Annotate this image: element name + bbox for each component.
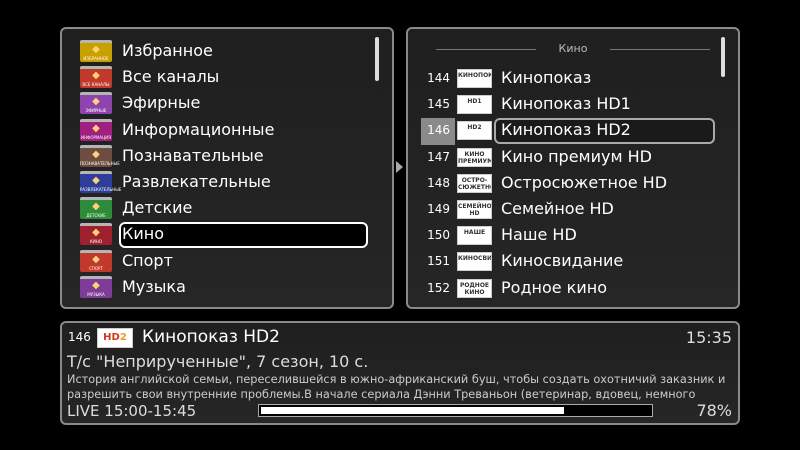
category-label: Эфирные	[122, 93, 201, 113]
arrow-right-icon	[396, 161, 403, 173]
film-icon: ◆ КИНО	[80, 223, 112, 246]
antenna-icon: ◆ ЭФИРНЫЕ	[80, 92, 112, 115]
category-item[interactable]: ◆ МУЗЫКА Музыка	[80, 275, 370, 299]
channel-name: Семейное HD	[501, 199, 614, 218]
channel-logo-icon: РОДНОЕ КИНО	[457, 278, 492, 298]
channel-logo-icon: КИНОСВИДАНИЕ	[457, 252, 492, 272]
channel-number: 147	[427, 149, 450, 164]
channel-logo-icon: HD2	[457, 121, 492, 141]
category-item[interactable]: ◆ РАЗВЛЕКАТЕЛЬНЫЕ Развлекательные	[80, 170, 370, 194]
channel-item[interactable]: 149 СЕМЕЙНОЕ HD Семейное HD	[420, 197, 720, 221]
channel-number: 146	[427, 123, 450, 138]
channel-item[interactable]: 150 НАШЕ Наше HD	[420, 223, 720, 247]
program-progress-bar	[258, 404, 653, 417]
globe-icon: ◆ ВСЕ КАНАЛЫ	[80, 66, 112, 89]
book-icon: ◆ ПОЗНАВАТЕЛЬНЫЕ	[80, 144, 120, 167]
live-time-range: LIVE 15:00-15:45	[67, 402, 197, 420]
category-item[interactable]: ◆ ДЕТСКИЕ Детские	[80, 196, 370, 220]
channel-number: 148	[427, 175, 450, 190]
category-label: Развлекательные	[122, 172, 271, 191]
channel-item[interactable]: 151 КИНОСВИДАНИЕ Киносвидание	[420, 249, 720, 273]
category-item[interactable]: ◆ КИНО Кино	[80, 222, 370, 246]
channel-name: Кинопоказ	[501, 68, 592, 87]
channel-logo-icon: HD1	[457, 95, 492, 115]
program-progress-fill	[261, 407, 564, 414]
category-item[interactable]: ◆ ИНФОРМАЦИЯ Информационные	[80, 118, 370, 142]
channel-logo-icon: НАШЕ	[457, 226, 492, 246]
category-scrollbar[interactable]	[375, 37, 379, 81]
category-item[interactable]: ◆ ПОЗНАВАТЕЛЬНЫЕ Познавательные	[80, 144, 370, 168]
channel-logo-icon: СЕМЕЙНОЕ HD	[457, 200, 492, 219]
channel-item[interactable]: 152 РОДНОЕ КИНО Родное кино	[420, 276, 720, 300]
category-label: Спорт	[122, 250, 173, 270]
category-list-panel: ◆ ИЗБРАННОЕ Избранное ◆ ВСЕ КАНАЛЫ Все каналы…	[60, 27, 394, 309]
category-item[interactable]: ◆ ЭФИРНЫЕ Эфирные	[80, 91, 370, 115]
star-icon: ◆ ИЗБРАННОЕ	[80, 40, 112, 62]
category-label: Все каналы	[122, 67, 220, 87]
channel-number: 150	[427, 228, 450, 243]
category-label: Детские	[122, 198, 193, 218]
entertainment-icon: ◆ РАЗВЛЕКАТЕЛЬНЫЕ	[80, 171, 121, 193]
channel-logo-icon: ОСТРО-СЮЖЕТНОЕ	[457, 173, 492, 193]
info-channel-number: 146	[68, 330, 91, 344]
category-label: Кино	[122, 224, 165, 244]
info-channel-logo: HD2	[97, 328, 133, 348]
channel-name: Кино премиум HD	[501, 146, 652, 166]
channel-number: 145	[427, 97, 450, 112]
category-label: Познавательные	[122, 145, 264, 165]
program-info-panel: 146 HD2 Кинопоказ HD2 15:35 Т/с "Неприру…	[60, 321, 740, 425]
channel-scrollbar[interactable]	[721, 37, 725, 77]
channel-list-panel: Кино 144 КИНОПОКАЗ Кинопоказ 145 HD1 Кинопока…	[406, 27, 740, 309]
music-icon: ◆ МУЗЫКА	[80, 275, 112, 298]
channel-group-title: Кино	[436, 41, 710, 57]
category-item[interactable]: ◆ ВСЕ КАНАЛЫ Все каналы	[80, 65, 370, 89]
program-description: История английской семьи, переселившейся…	[67, 373, 726, 401]
category-label: Музыка	[122, 276, 186, 296]
progress-percent: 78%	[696, 401, 732, 420]
channel-number: 152	[427, 280, 450, 295]
program-title: Т/с "Неприрученные", 7 сезон, 10 с.	[67, 352, 369, 371]
channel-name: Кинопоказ HD1	[501, 94, 631, 114]
channel-logo-icon: КИНОПОКАЗ	[457, 69, 492, 88]
category-item[interactable]: ◆ СПОРТ Спорт	[80, 249, 370, 273]
channel-name: Остросюжетное HD	[501, 172, 668, 192]
channel-name: Родное кино	[501, 277, 607, 297]
channel-number: 149	[427, 202, 450, 216]
channel-item[interactable]: 144 КИНОПОКАЗ Кинопоказ	[420, 66, 720, 90]
channel-name: Киносвидание	[501, 251, 624, 271]
category-label: Информационные	[122, 119, 275, 139]
channel-logo-icon: КИНО ПРЕМИУМ	[457, 147, 492, 167]
category-label: Избранное	[122, 41, 213, 60]
channel-name: Кинопоказ HD2	[501, 120, 631, 140]
channel-item[interactable]: 147 КИНО ПРЕМИУМ Кино премиум HD	[420, 145, 720, 169]
channel-item[interactable]: 146 HD2 Кинопоказ HD2	[420, 118, 720, 142]
kids-icon: ◆ ДЕТСКИЕ	[80, 197, 112, 220]
news-icon: ◆ ИНФОРМАЦИЯ	[80, 118, 112, 141]
channel-number: 151	[427, 254, 450, 269]
channel-name: Наше HD	[501, 225, 577, 245]
category-item[interactable]: ◆ ИЗБРАННОЕ Избранное	[80, 39, 370, 63]
clock: 15:35	[685, 328, 732, 347]
channel-item[interactable]: 145 HD1 Кинопоказ HD1	[420, 92, 720, 116]
channel-item[interactable]: 148 ОСТРО-СЮЖЕТНОЕ Остросюжетное HD	[420, 171, 720, 195]
sport-icon: ◆ СПОРТ	[80, 249, 112, 272]
info-channel-name: Кинопоказ HD2	[142, 327, 280, 347]
channel-number: 144	[427, 71, 450, 85]
